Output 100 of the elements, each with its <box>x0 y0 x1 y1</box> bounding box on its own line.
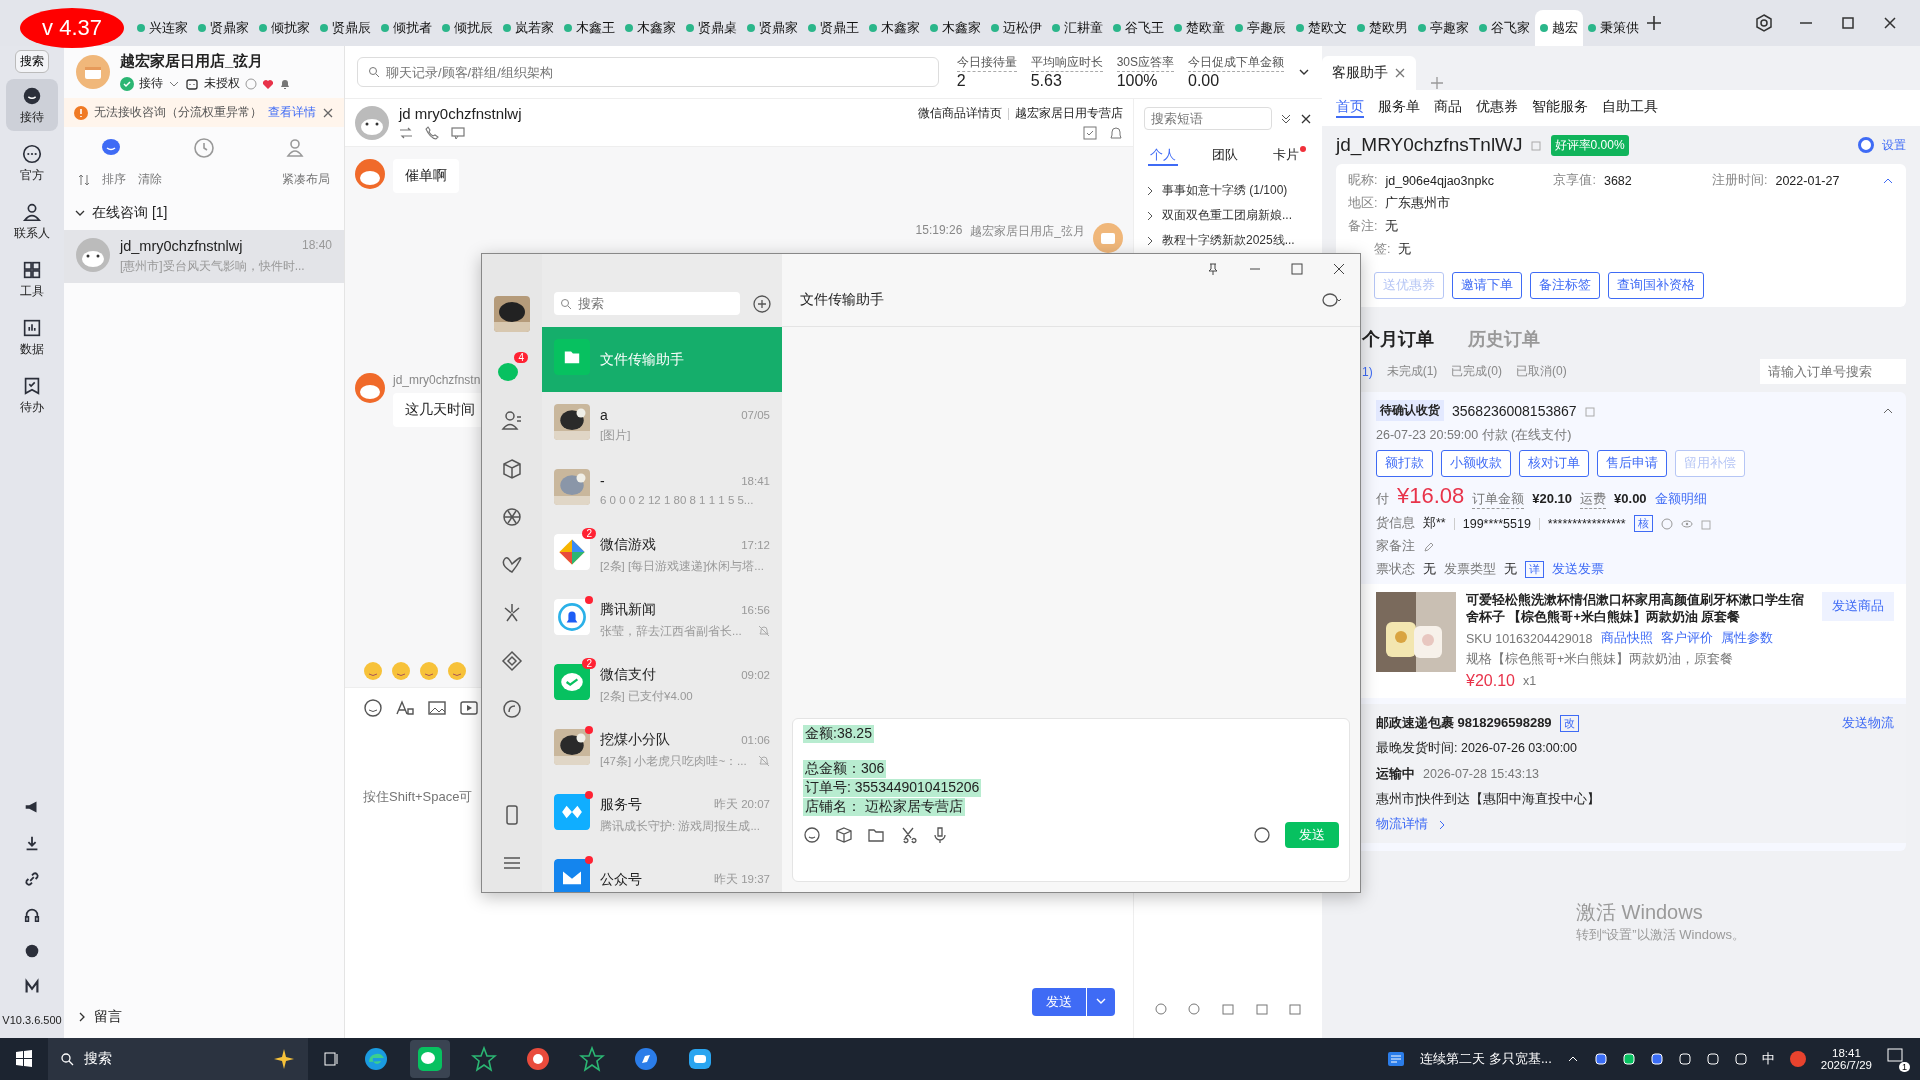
nav-item[interactable]: 联系人 <box>6 195 58 247</box>
store-tab[interactable]: 木鑫王 <box>559 10 620 46</box>
eye-icon[interactable] <box>1680 517 1693 530</box>
verify-button[interactable]: 核 <box>1633 515 1653 532</box>
order-action-button[interactable]: 售后申请 <box>1597 450 1667 477</box>
order-action-button[interactable]: 额打款 <box>1376 450 1433 477</box>
message-input[interactable]: 按住Shift+Space可 <box>363 732 483 860</box>
store-tab[interactable]: 贤鼎家 <box>193 10 254 46</box>
chat-list-item[interactable]: - 18:41 6 0 0 0 2 12 1 80 8 1 1 1 5 5... <box>542 457 782 522</box>
chat-list-item[interactable]: 2 微信支付 09:02 [2条] 已支付¥4.00 <box>542 652 782 717</box>
emoji-icon[interactable] <box>363 698 383 718</box>
store-tab[interactable]: 兴连家 <box>132 10 193 46</box>
search-button[interactable]: 搜索 <box>15 50 49 73</box>
assistant-nav-tab[interactable]: 优惠券 <box>1476 98 1518 118</box>
assistant-nav-tab[interactable]: 自助工具 <box>1602 98 1658 118</box>
maximize-icon[interactable] <box>1290 262 1304 276</box>
send-product-button[interactable]: 发送商品 <box>1822 592 1894 621</box>
chat-list-item[interactable]: 公众号 昨天 19:37 <box>542 847 782 892</box>
clear-button[interactable]: 清除 <box>138 171 162 188</box>
font-icon[interactable] <box>395 698 415 718</box>
logistics-details-link[interactable]: 物流详情 <box>1376 816 1428 833</box>
settings-icon[interactable] <box>1754 13 1774 33</box>
store-tab[interactable]: 贤鼎王 <box>803 10 864 46</box>
amount-details-link[interactable]: 金额明细 <box>1654 491 1707 508</box>
store-tab[interactable]: 木鑫家 <box>620 10 681 46</box>
store-tab[interactable]: 亭趣家 <box>1413 10 1474 46</box>
news-icon[interactable] <box>1386 1049 1407 1069</box>
store-tab[interactable]: 倾扰者 <box>376 10 437 46</box>
close-icon[interactable] <box>322 106 334 119</box>
headset-icon[interactable] <box>23 906 41 924</box>
start-icon[interactable] <box>14 1049 34 1069</box>
phrase-tab[interactable]: 团队 <box>1209 146 1240 166</box>
store-tab[interactable]: 迈松伊 <box>986 10 1047 46</box>
store-tab[interactable]: 汇耕童 <box>1047 10 1108 46</box>
chat-list-item[interactable]: 2 微信游戏 17:12 [2条] [每日游戏速递]休闲与塔... <box>542 522 782 587</box>
taskbar-search-field[interactable]: 搜索 <box>48 1038 308 1080</box>
contacts-icon[interactable] <box>501 410 523 432</box>
phrase-tab[interactable]: 卡片 <box>1271 146 1308 166</box>
store-tab[interactable]: 贤鼎桌 <box>681 10 742 46</box>
sort-button[interactable]: 排序 <box>102 171 126 188</box>
order-filter[interactable]: 1) <box>1362 364 1373 379</box>
image-icon[interactable] <box>427 698 447 718</box>
store-tab[interactable]: 谷飞家 <box>1474 10 1535 46</box>
action-button[interactable]: 查询国补资格 <box>1608 272 1704 299</box>
clock-time[interactable]: 18:41 <box>1832 1047 1861 1059</box>
heart-icon[interactable] <box>262 77 274 90</box>
store-tab[interactable]: 贤鼎家 <box>742 10 803 46</box>
nav-item[interactable]: 数据 <box>6 311 58 363</box>
transfer-icon[interactable] <box>399 126 413 140</box>
assistant-tab[interactable]: 客服助手 <box>1322 56 1416 90</box>
store-tab[interactable]: 楚欧男 <box>1352 10 1413 46</box>
search-field[interactable]: 搜索 <box>554 292 740 315</box>
emoji-icon[interactable] <box>803 826 821 844</box>
send-invoice-link[interactable]: 发送发票 <box>1552 561 1604 578</box>
bell-icon[interactable] <box>279 77 291 90</box>
phrase-category[interactable]: 教程十字绣新款2025线... <box>1162 232 1295 249</box>
aperture-icon[interactable] <box>501 506 523 528</box>
folder-icon[interactable] <box>867 826 885 844</box>
edit-button[interactable]: 改 <box>1559 714 1579 732</box>
store-tab[interactable]: 谷飞王 <box>1108 10 1169 46</box>
settings-link[interactable]: 设置 <box>1882 136 1906 154</box>
clock-tab-icon[interactable] <box>193 137 215 159</box>
nav-item[interactable]: 待办 <box>6 369 58 421</box>
search-input[interactable]: 搜索 <box>578 296 734 311</box>
assistant-nav-tab[interactable]: 商品 <box>1434 98 1462 118</box>
status-dropdown[interactable]: 接待 <box>139 75 163 92</box>
radio-icon[interactable] <box>1858 137 1874 153</box>
nav-item[interactable]: 官方 <box>6 137 58 189</box>
order-action-button[interactable]: 小额收款 <box>1441 450 1511 477</box>
store-tab[interactable]: 越宏 <box>1535 10 1583 46</box>
search-field[interactable]: 聊天记录/顾客/群组/组织架构 <box>357 57 939 87</box>
store-tab[interactable]: 楚欧文 <box>1291 10 1352 46</box>
group-header[interactable]: 在线咨询 [1] <box>92 204 168 222</box>
notification-button[interactable]: 1 <box>1886 1046 1910 1072</box>
search-field[interactable]: 搜索短语 <box>1144 107 1272 130</box>
order-tab[interactable]: 个月订单 <box>1362 327 1434 351</box>
clock-date[interactable]: 2026/7/29 <box>1820 1059 1872 1071</box>
checklist-icon[interactable] <box>1083 126 1097 140</box>
input-method-indicator[interactable]: 中 <box>1761 1050 1775 1068</box>
chat-list-item[interactable]: 挖煤小分队 01:06 [47条] 小老虎只吃肉哇~：... <box>542 717 782 782</box>
news-headline[interactable]: 连续第二天 多只宽基... <box>1420 1050 1552 1068</box>
details-button[interactable]: 详 <box>1525 561 1544 578</box>
phrase-category[interactable]: 双面双色重工团扇新娘... <box>1162 207 1292 224</box>
store-tab[interactable]: 楚欧童 <box>1169 10 1230 46</box>
diamond-icon[interactable] <box>501 650 523 672</box>
product-link[interactable]: 属性参数 <box>1720 630 1773 647</box>
chat-list-item[interactable]: 服务号 昨天 20:07 腾讯成长守护: 游戏周报生成... <box>542 782 782 847</box>
edit-icon[interactable] <box>1423 540 1435 553</box>
store-tab[interactable]: 秉策供 <box>1583 10 1644 46</box>
box-icon[interactable] <box>501 458 523 480</box>
phone-icon[interactable] <box>425 126 439 140</box>
send-logistics-link[interactable]: 发送物流 <box>1842 714 1894 732</box>
product-link[interactable]: 客户评价 <box>1660 630 1713 647</box>
nav-item[interactable]: 工具 <box>6 253 58 305</box>
product-link[interactable]: 商品快照 <box>1600 630 1653 647</box>
mic-icon[interactable] <box>931 826 949 844</box>
session-item[interactable]: jd_mry0chzfnstnlwj 18:40 [惠州市]受台风天气影响，快件时... <box>64 230 344 283</box>
store-tab[interactable]: 贤鼎辰 <box>315 10 376 46</box>
chat-list-item[interactable]: a 07/05 [图片] <box>542 392 782 457</box>
box-icon[interactable] <box>835 826 853 844</box>
